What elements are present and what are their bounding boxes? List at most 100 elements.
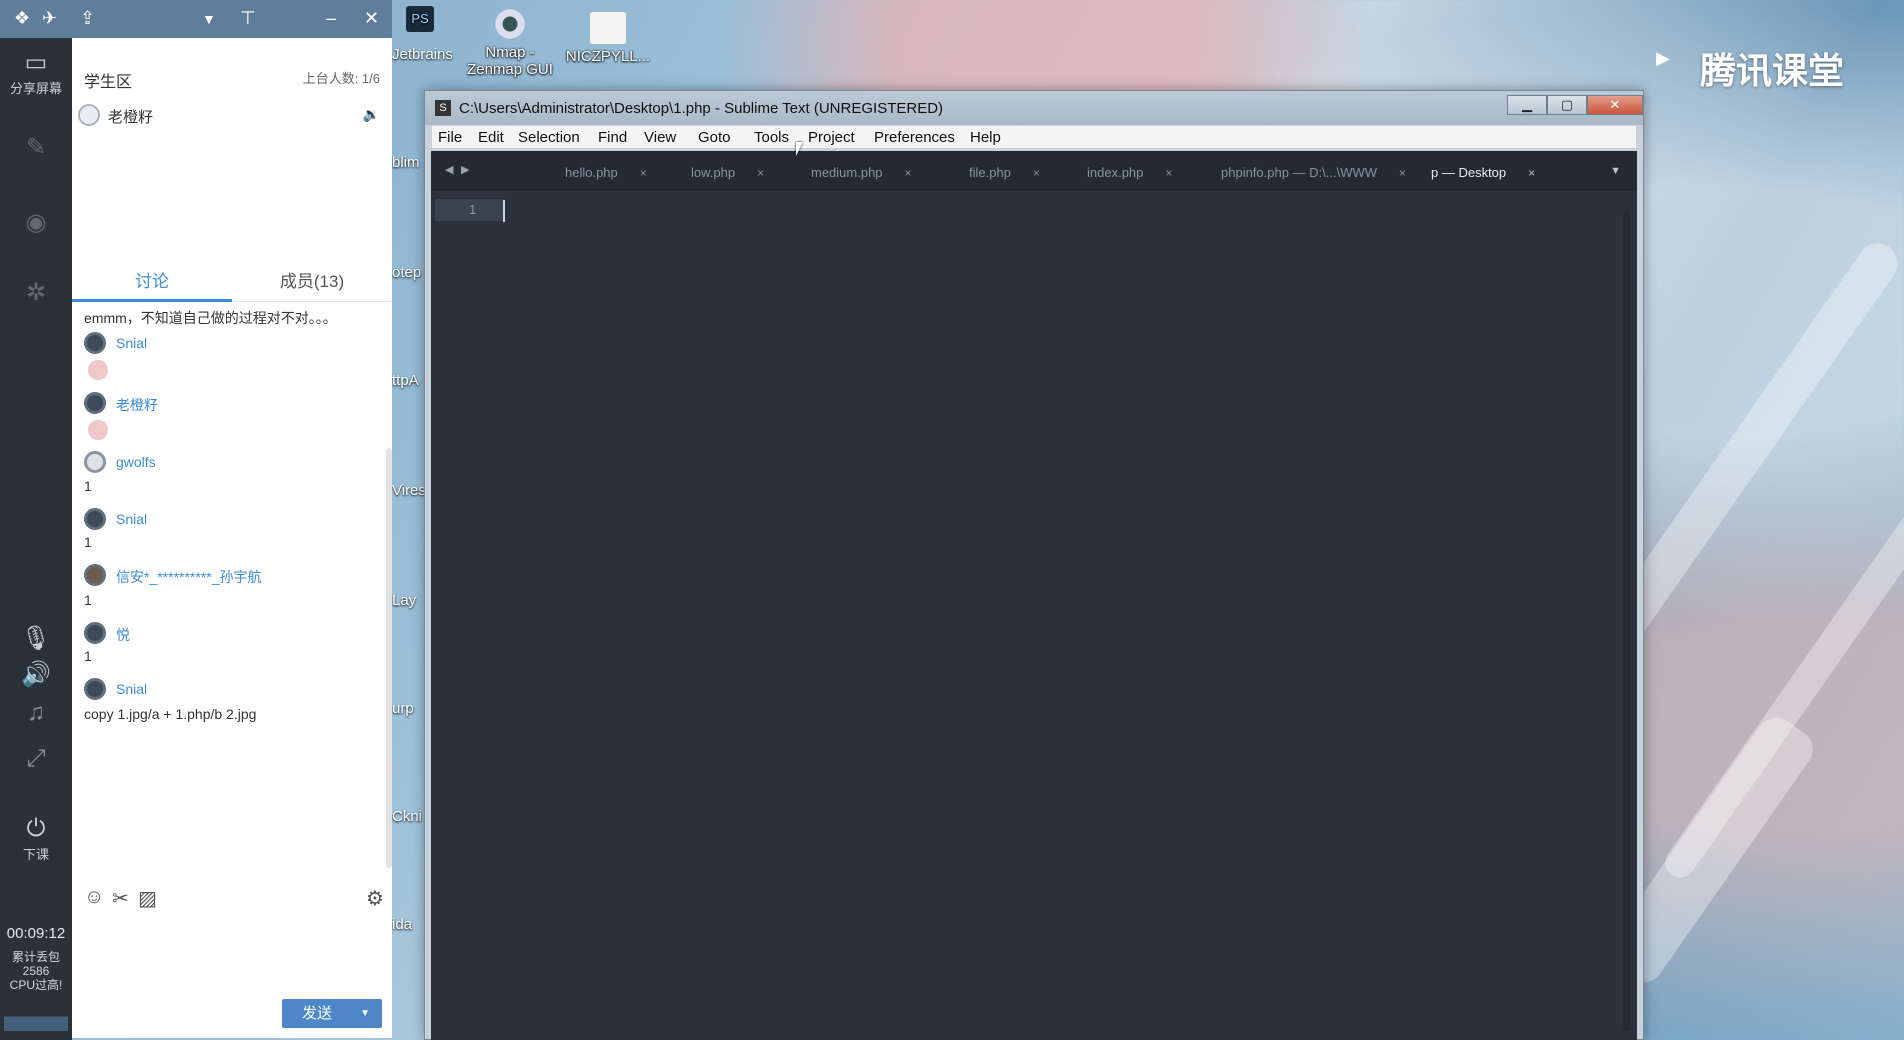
end-class-button[interactable]: ⏻ 下课 xyxy=(0,816,72,863)
tab-members[interactable]: 成员(13) xyxy=(232,266,392,302)
teacher-row[interactable]: 老橙籽 🔉 xyxy=(78,104,386,130)
document-icon xyxy=(590,12,626,44)
tab-close-icon[interactable]: × xyxy=(757,166,764,180)
tab-low[interactable]: low.php × xyxy=(691,165,764,180)
avatar xyxy=(84,332,106,354)
menu-view[interactable]: View xyxy=(644,129,676,146)
minimize-icon[interactable]: – xyxy=(326,8,336,29)
desktop-icon-label: NICZPYLL... xyxy=(565,48,651,65)
editor-scrollbar[interactable] xyxy=(1623,211,1631,1031)
window-titlebar[interactable]: S C:\Users\Administrator\Desktop\1.php -… xyxy=(425,91,1643,125)
tab-file[interactable]: file.php × xyxy=(969,165,1040,180)
pin-icon[interactable]: ⊤ xyxy=(240,8,256,29)
image-icon[interactable]: ▨ xyxy=(138,886,157,911)
tab-index[interactable]: index.php × xyxy=(1087,165,1172,180)
network-stats: 累计丢包 2586 CPU过高! xyxy=(0,950,72,992)
tab-discussion[interactable]: 讨论 xyxy=(72,266,232,302)
close-icon[interactable]: ✕ xyxy=(364,8,379,29)
tab-desktop-active[interactable]: p — Desktop × xyxy=(1431,165,1535,180)
tab-scroll-left-icon[interactable]: ◀ xyxy=(445,163,453,176)
menu-find[interactable]: Find xyxy=(598,129,627,146)
volume-icon[interactable]: 🔉 xyxy=(363,106,380,123)
tool-slot[interactable]: ✎ xyxy=(0,135,72,163)
stats-line: 2586 xyxy=(22,964,50,978)
gear-icon: ✲ xyxy=(25,279,47,306)
tab-close-icon[interactable]: × xyxy=(1528,166,1535,180)
maximize-button[interactable]: ▢ xyxy=(1547,95,1587,115)
tab-close-icon[interactable]: × xyxy=(1165,166,1172,180)
pen-icon: ✎ xyxy=(25,134,47,161)
desktop-icon-file[interactable]: NICZPYLL... xyxy=(560,12,656,65)
sublime-window: S C:\Users\Administrator\Desktop\1.php -… xyxy=(424,90,1644,1040)
avatar xyxy=(84,392,106,414)
menu-edit[interactable]: Edit xyxy=(478,129,504,146)
scissors-icon[interactable]: ✂ xyxy=(112,886,129,911)
menu-bar: File Edit Selection Find View Goto Tools… xyxy=(431,125,1637,149)
tool-slot[interactable]: ✲ xyxy=(0,280,72,308)
camera-icon: ◉ xyxy=(25,209,47,236)
fullscreen-button[interactable]: ⤢ xyxy=(0,746,72,774)
chevron-down-icon[interactable]: ▼ xyxy=(360,999,370,1028)
send-button[interactable]: 发送 ▼ xyxy=(282,999,382,1028)
plane-icon[interactable]: ✈ xyxy=(42,8,57,29)
avatar xyxy=(78,104,100,126)
minimize-button[interactable]: ▁ xyxy=(1507,95,1547,115)
share-screen-label: 分享屏幕 xyxy=(9,81,62,96)
tab-close-icon[interactable]: × xyxy=(905,166,912,180)
desktop-side-label: ida xyxy=(392,916,413,933)
speaker-button[interactable]: 🔊 xyxy=(0,662,72,690)
avatar xyxy=(84,678,106,700)
speaker-icon: 🔊 xyxy=(21,661,51,688)
microphone-icon: 🎙 xyxy=(20,625,52,652)
microphone-button[interactable]: 🎙 xyxy=(0,626,72,654)
tab-close-icon[interactable]: × xyxy=(1399,166,1406,180)
tab-phpinfo[interactable]: phpinfo.php — D:\...\WWW × xyxy=(1221,165,1406,180)
mouse-pointer-icon xyxy=(796,142,803,156)
classroom-toolbar: ▭ 分享屏幕 ✎ ◉ ✲ 🎙 🔊 ♫ ⤢ ⏻ 下课 00:09:12 累计丢包 … xyxy=(0,0,72,1040)
menu-project[interactable]: Project xyxy=(808,129,855,146)
tool-slot[interactable]: ◉ xyxy=(0,210,72,238)
menu-tools[interactable]: Tools xyxy=(754,129,789,146)
tab-list-dropdown-icon[interactable]: ▼ xyxy=(1610,165,1621,177)
close-button[interactable]: ✕ xyxy=(1587,95,1643,115)
message-text: 1 xyxy=(84,534,92,550)
monitor-icon: ▭ xyxy=(24,49,48,76)
message-text: 1 xyxy=(84,592,92,608)
chat-scrollbar[interactable] xyxy=(386,448,392,868)
emoji-picker-icon[interactable]: ☺ xyxy=(84,886,104,909)
menu-preferences[interactable]: Preferences xyxy=(874,129,955,146)
author-name: Snial xyxy=(116,511,148,527)
tab-scroll-right-icon[interactable]: ▶ xyxy=(461,163,469,176)
desktop-side-label: Jetbrains xyxy=(392,46,453,63)
avatar xyxy=(84,622,106,644)
network-graph xyxy=(4,995,68,1031)
share-screen-button[interactable]: ▭ 分享屏幕 xyxy=(0,50,72,97)
line-number: 1 xyxy=(469,202,477,217)
online-count: 上台人数: 1/6 xyxy=(302,71,380,86)
share-icon[interactable]: ⇪ xyxy=(80,8,95,29)
settings-icon[interactable]: ⚙ xyxy=(366,886,384,911)
author-name: 老橙籽 xyxy=(116,397,158,413)
menu-goto[interactable]: Goto xyxy=(698,129,731,146)
tab-label: hello.php xyxy=(565,165,618,180)
eye-icon xyxy=(492,8,528,40)
stats-line: CPU过高! xyxy=(9,978,63,992)
chevron-down-icon[interactable]: ▼ xyxy=(202,11,216,27)
tab-label: file.php xyxy=(969,165,1011,180)
tab-medium[interactable]: medium.php × xyxy=(811,165,912,180)
tab-close-icon[interactable]: × xyxy=(1033,166,1040,180)
desktop-icon-ps[interactable]: PS xyxy=(400,6,440,36)
tab-label: phpinfo.php — D:\...\WWW xyxy=(1221,165,1378,180)
avatar xyxy=(84,451,106,473)
brand-logo: 腾讯课堂 xyxy=(1700,50,1845,91)
menu-file[interactable]: File xyxy=(438,129,462,146)
brand-small-icon[interactable]: ❖ xyxy=(14,8,30,29)
menu-help[interactable]: Help xyxy=(970,129,1001,146)
music-button[interactable]: ♫ xyxy=(0,700,72,728)
tab-hello[interactable]: hello.php × xyxy=(565,165,647,180)
menu-selection[interactable]: Selection xyxy=(518,129,580,146)
desktop-icon-nmap[interactable]: Nmap - Zenmap GUI xyxy=(462,8,558,78)
tab-close-icon[interactable]: × xyxy=(640,166,647,180)
emoji-icon xyxy=(88,420,108,440)
author-name: Snial xyxy=(116,681,148,697)
